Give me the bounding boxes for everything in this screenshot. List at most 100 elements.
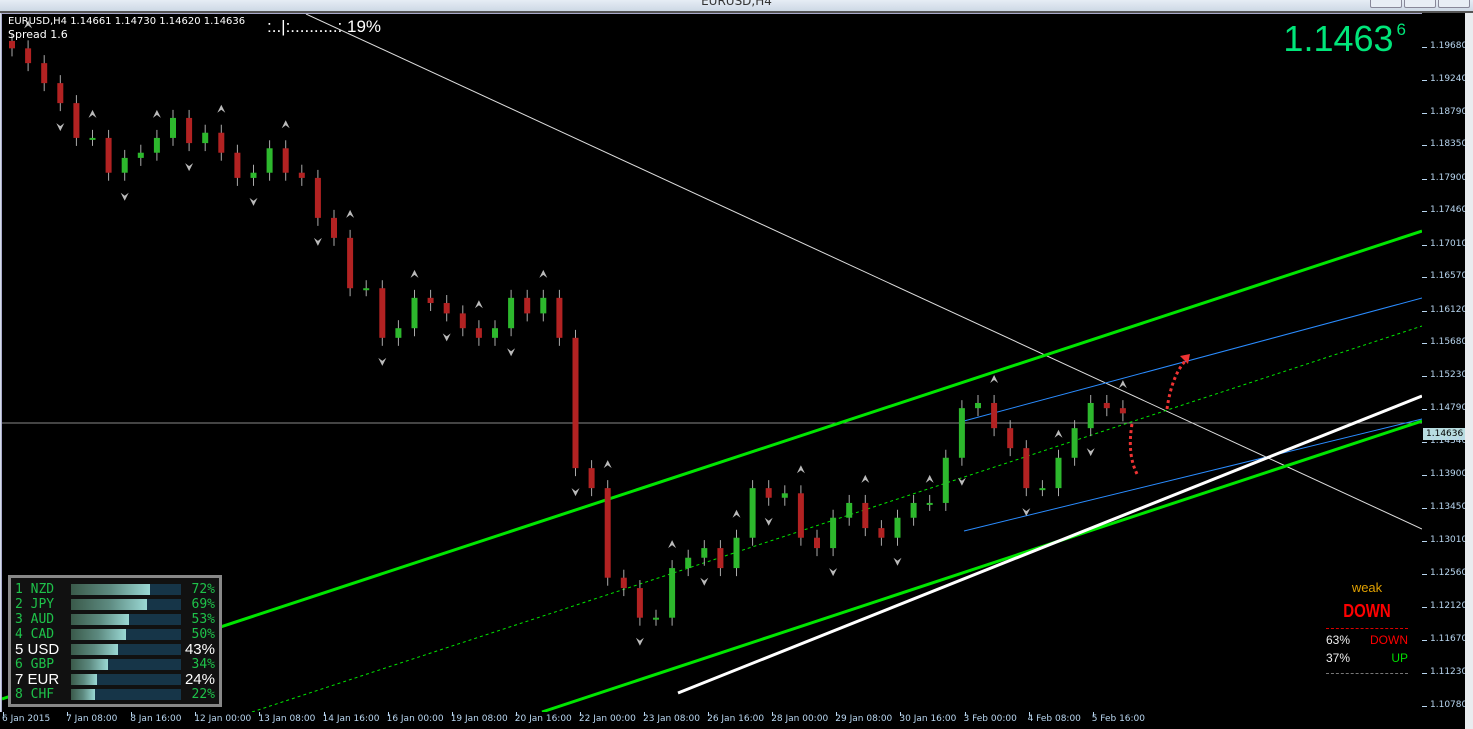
signal-panel: weak DOWN 63% DOWN 37% UP [1322, 580, 1412, 674]
candle [604, 488, 611, 578]
candle [218, 132, 225, 153]
strength-fill [71, 659, 109, 670]
strength-bar [71, 614, 181, 625]
price-tick [1422, 705, 1427, 707]
price-tick [1422, 343, 1427, 345]
price-label: 1.10780 [1430, 699, 1468, 710]
fractal-up-arrow [88, 109, 97, 118]
candle [1023, 448, 1030, 489]
up-pct: 37% [1326, 651, 1351, 665]
maximize-button[interactable] [1404, 0, 1436, 8]
strength-bar [71, 629, 181, 640]
candle [685, 557, 692, 569]
candle [105, 137, 112, 173]
price-label: 1.13450 [1430, 502, 1468, 513]
strength-fill [71, 689, 96, 700]
currency-pct: 69% [191, 597, 215, 612]
window-title-bar: EURUSD,H4 [0, 0, 1473, 13]
currency-pct: 24% [184, 671, 215, 688]
divider [1326, 628, 1408, 629]
strength-bar [71, 584, 181, 595]
fractal-up-arrow [668, 540, 677, 549]
signal-strength: weak [1351, 580, 1383, 595]
minimize-button[interactable] [1370, 0, 1402, 8]
fractal-up-arrow [925, 474, 934, 483]
candle [395, 328, 402, 338]
fractal-up-arrow [217, 104, 226, 113]
bid-price-display: 1.1463 6 [1283, 18, 1406, 60]
candle [975, 402, 981, 409]
price-label: 1.13900 [1430, 468, 1468, 479]
currency-label: 7 EUR [15, 671, 60, 688]
currency-pct: 43% [184, 641, 215, 658]
candle [781, 493, 788, 498]
price-label: 1.19240 [1430, 73, 1468, 84]
price-label: 1.13010 [1430, 534, 1468, 545]
scrollbar[interactable] [1465, 13, 1473, 729]
divider [1326, 673, 1408, 674]
price-tick [1422, 474, 1427, 476]
candle [894, 517, 901, 538]
candle [942, 457, 949, 503]
strength-fill [71, 674, 98, 685]
candle [250, 172, 257, 178]
time-label: 14 Jan 16:00 [322, 714, 380, 724]
candle [1055, 457, 1062, 489]
fractal-up-arrow [796, 465, 805, 474]
candle [669, 568, 676, 618]
time-label: 6 Jan 2015 [2, 714, 51, 724]
price-tick [1422, 244, 1427, 246]
candle [814, 537, 820, 549]
fractal-up-arrow [732, 509, 741, 518]
candle [653, 617, 659, 620]
candle [9, 40, 15, 49]
candle [202, 132, 209, 144]
candle [170, 117, 176, 138]
price-label: 1.11230 [1430, 666, 1468, 677]
currency-row: 7 EUR 24% [15, 672, 219, 687]
up-label: UP [1391, 651, 1408, 665]
time-label: 5 Feb 16:00 [1091, 714, 1146, 724]
candle [878, 528, 885, 538]
currency-row: 8 CHF 22% [15, 687, 219, 702]
symbol-info: EURUSD,H4 1.14661 1.14730 1.14620 1.1463… [8, 16, 246, 27]
currency-row: 3 AUD 53% [15, 612, 219, 627]
strength-bar [71, 599, 181, 610]
price-label: 1.18350 [1430, 139, 1468, 150]
fractal-down-arrow [378, 357, 387, 366]
time-label: 28 Jan 00:00 [771, 714, 829, 724]
candle [459, 313, 466, 329]
close-button[interactable] [1438, 0, 1470, 8]
candle [556, 297, 563, 338]
price-label: 1.16570 [1430, 271, 1468, 282]
price-label: 1.15680 [1430, 337, 1468, 348]
price-tick [1422, 178, 1427, 180]
time-label: 4 Feb 08:00 [1027, 714, 1081, 724]
time-label: 16 Jan 00:00 [386, 714, 444, 724]
price-tick [1422, 606, 1427, 608]
candle [572, 337, 579, 469]
price-axis[interactable]: 1.14636 1.19680 1.19240 1.18790 1.18350 1.179… [1422, 13, 1468, 712]
candle [73, 103, 80, 138]
fractal-down-arrow [829, 568, 838, 577]
price-tick [1422, 409, 1427, 411]
candle [475, 328, 482, 338]
fractal-down-arrow [442, 333, 451, 342]
candle [717, 548, 724, 569]
channel-mid [251, 325, 1422, 712]
strength-fill [71, 614, 130, 625]
price-chart[interactable]: EURUSD,H4 1.14661 1.14730 1.14620 1.1463… [1, 13, 1423, 713]
time-label: 22 Jan 00:00 [578, 714, 636, 724]
price-tick [1422, 79, 1427, 81]
candle [524, 297, 531, 314]
candle [733, 537, 740, 569]
candle [926, 502, 933, 505]
fractal-up-arrow [410, 269, 419, 278]
candle [1071, 428, 1078, 458]
time-axis[interactable]: 6 Jan 2015 7 Jan 08:00 8 Jan 16:00 12 Jan 0… [0, 712, 1465, 729]
candle [137, 152, 144, 158]
time-label: 29 Jan 08:00 [835, 714, 893, 724]
fractal-up-arrow [539, 269, 548, 278]
candle [701, 548, 708, 558]
candle [266, 148, 273, 173]
